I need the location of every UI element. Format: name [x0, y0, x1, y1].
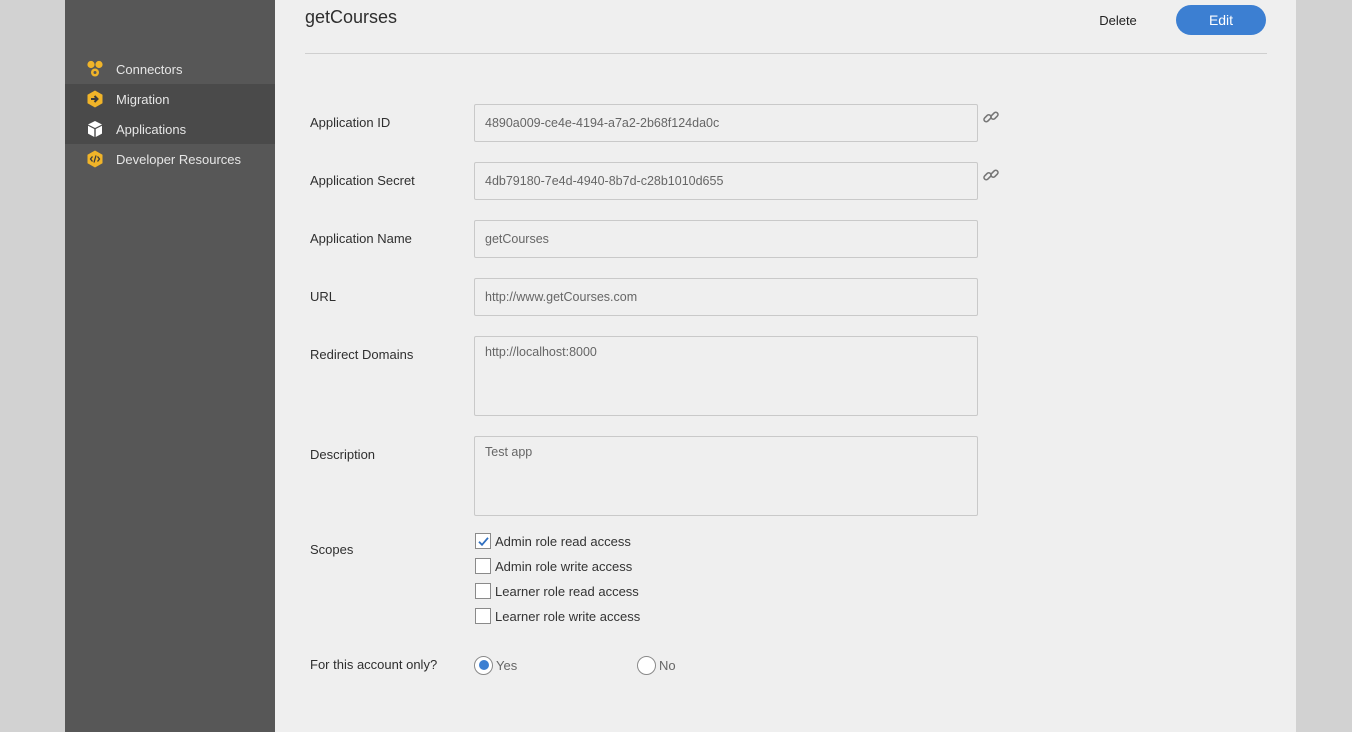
redirect-domains-label: Redirect Domains	[310, 347, 414, 362]
checkbox-unchecked[interactable]	[475, 608, 491, 624]
radio-selected[interactable]	[474, 655, 493, 675]
sidebar-item-connectors[interactable]: Connectors	[65, 54, 275, 84]
radio-label: Yes	[496, 657, 518, 673]
application-name-field[interactable]: getCourses	[474, 220, 978, 258]
scope-admin-read-checkbox[interactable]: Admin role read access	[475, 532, 631, 550]
url-label: URL	[310, 289, 337, 304]
application-secret-field[interactable]: 4db79180-7e4d-4940-8b7d-c28b1010d655	[474, 162, 978, 200]
scope-learner-write-checkbox[interactable]: Learner role write access	[475, 607, 640, 625]
radio-label: No	[659, 657, 676, 673]
checkbox-unchecked[interactable]	[475, 583, 491, 599]
scope-label: Learner role write access	[495, 608, 641, 624]
scope-admin-write-checkbox[interactable]: Admin role write access	[475, 557, 632, 575]
migration-icon	[86, 90, 104, 108]
sidebar-item-applications[interactable]: Applications	[65, 114, 275, 144]
sidebar-item-label: Developer Resources	[116, 151, 242, 167]
sidebar: Connectors Migration Applications Develo…	[65, 0, 275, 732]
link-icon[interactable]	[982, 108, 1000, 126]
applications-icon	[86, 120, 104, 138]
account-only-no-radio[interactable]: No	[637, 655, 676, 675]
sidebar-nav: Connectors Migration Applications Develo…	[65, 54, 275, 174]
application-id-field[interactable]: 4890a009-ce4e-4194-a7a2-2b68f124da0c	[474, 104, 978, 142]
application-secret-label: Application Secret	[310, 173, 415, 188]
header-divider	[305, 53, 1267, 54]
url-field[interactable]: http://www.getCourses.com	[474, 278, 978, 316]
connectors-icon	[86, 60, 104, 78]
checkbox-unchecked[interactable]	[475, 558, 491, 574]
scope-learner-read-checkbox[interactable]: Learner role read access	[475, 582, 639, 600]
application-id-label: Application ID	[310, 115, 391, 130]
application-name-label: Application Name	[310, 231, 412, 246]
scope-label: Admin role read access	[495, 533, 631, 549]
radio-unselected[interactable]	[637, 655, 656, 675]
page-title: getCourses	[305, 7, 398, 27]
sidebar-item-label: Applications	[116, 121, 187, 137]
main-content: getCourses Delete Edit Application ID 48…	[275, 0, 1296, 732]
scope-label: Admin role write access	[495, 558, 633, 574]
sidebar-item-label: Connectors	[116, 61, 183, 77]
developer-resources-icon	[86, 150, 104, 168]
redirect-domains-field[interactable]: http://localhost:8000	[474, 336, 978, 416]
delete-button[interactable]: Delete	[1088, 10, 1148, 30]
scopes-label: Scopes	[310, 542, 354, 557]
description-label: Description	[310, 447, 376, 462]
link-icon[interactable]	[982, 166, 1000, 184]
sidebar-item-label: Migration	[116, 91, 170, 107]
account-only-label: For this account only?	[310, 657, 438, 672]
sidebar-item-migration[interactable]: Migration	[65, 84, 275, 114]
scope-label: Learner role read access	[495, 583, 639, 599]
description-field[interactable]: Test app	[474, 436, 978, 516]
checkbox-checked[interactable]	[475, 533, 491, 549]
edit-button[interactable]: Edit	[1176, 5, 1266, 35]
account-only-yes-radio[interactable]: Yes	[474, 655, 517, 675]
sidebar-item-developer-resources[interactable]: Developer Resources	[65, 144, 275, 174]
